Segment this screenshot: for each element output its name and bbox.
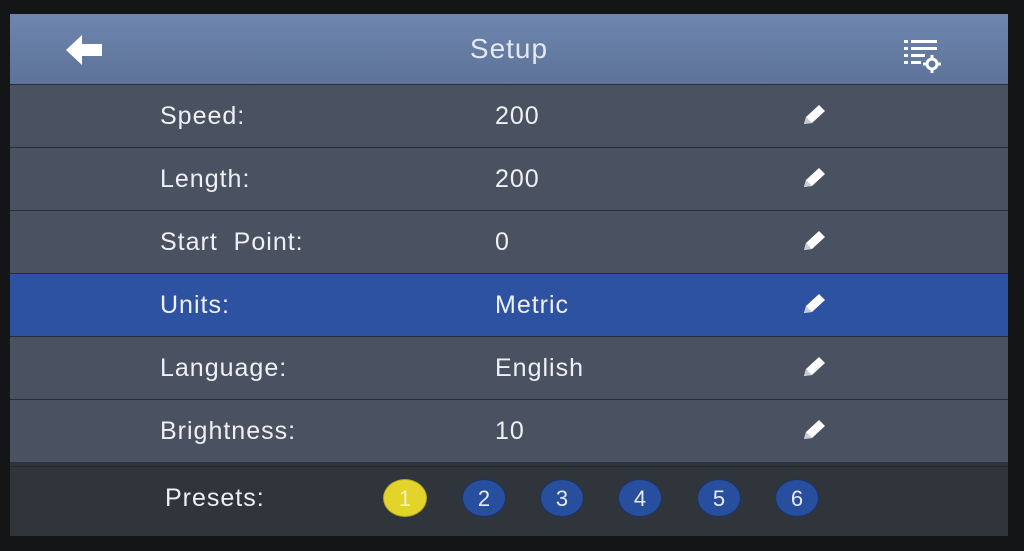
pencil-icon <box>804 105 825 124</box>
pencil-icon <box>804 231 825 250</box>
preset-button-4[interactable]: 4 <box>618 479 662 517</box>
page-title: Setup <box>469 33 549 64</box>
header-bar: Setup <box>10 14 1008 84</box>
edit-button[interactable] <box>800 165 830 191</box>
edit-button[interactable] <box>800 102 830 128</box>
setting-label: Speed: <box>160 102 246 130</box>
settings-list-icon <box>904 40 941 73</box>
pencil-icon <box>804 357 825 376</box>
back-button[interactable] <box>60 32 112 68</box>
settings-row[interactable]: Length: 200 <box>10 147 1008 210</box>
settings-menu-button[interactable] <box>896 34 946 74</box>
preset-button-5[interactable]: 5 <box>697 479 741 517</box>
setting-value: 200 <box>495 102 540 130</box>
device-screen: Setup Speed: 200 Length: 200 Start Point… <box>10 14 1008 536</box>
setting-value: English <box>495 354 584 382</box>
setting-label: Brightness: <box>160 417 297 445</box>
preset-button-1[interactable]: 1 <box>383 479 427 517</box>
edit-button[interactable] <box>800 291 830 317</box>
setting-value: 10 <box>495 417 525 445</box>
pencil-icon <box>804 420 825 439</box>
edit-button[interactable] <box>800 354 830 380</box>
setting-label: Start Point: <box>160 228 304 256</box>
preset-button-2[interactable]: 2 <box>462 479 506 517</box>
preset-button-3[interactable]: 3 <box>540 479 584 517</box>
settings-row[interactable]: Brightness: 10 <box>10 399 1008 462</box>
pencil-icon <box>804 294 825 313</box>
preset-button-6[interactable]: 6 <box>775 479 819 517</box>
setting-value: Metric <box>495 291 570 319</box>
edit-button[interactable] <box>800 228 830 254</box>
settings-row[interactable]: Start Point: 0 <box>10 210 1008 273</box>
arrow-left-icon <box>66 35 102 65</box>
setting-label: Length: <box>160 165 251 193</box>
presets-label: Presets: <box>165 484 265 512</box>
edit-button[interactable] <box>800 417 830 443</box>
setting-value: 200 <box>495 165 540 193</box>
setting-label: Language: <box>160 354 288 382</box>
settings-row[interactable]: Language: English <box>10 336 1008 399</box>
pencil-icon <box>804 168 825 187</box>
setting-label: Units: <box>160 291 230 319</box>
presets-bar: Presets: 123456 <box>10 466 1008 536</box>
settings-row[interactable]: Speed: 200 <box>10 84 1008 147</box>
settings-row[interactable]: Units: Metric <box>10 273 1008 336</box>
setting-value: 0 <box>495 228 510 256</box>
